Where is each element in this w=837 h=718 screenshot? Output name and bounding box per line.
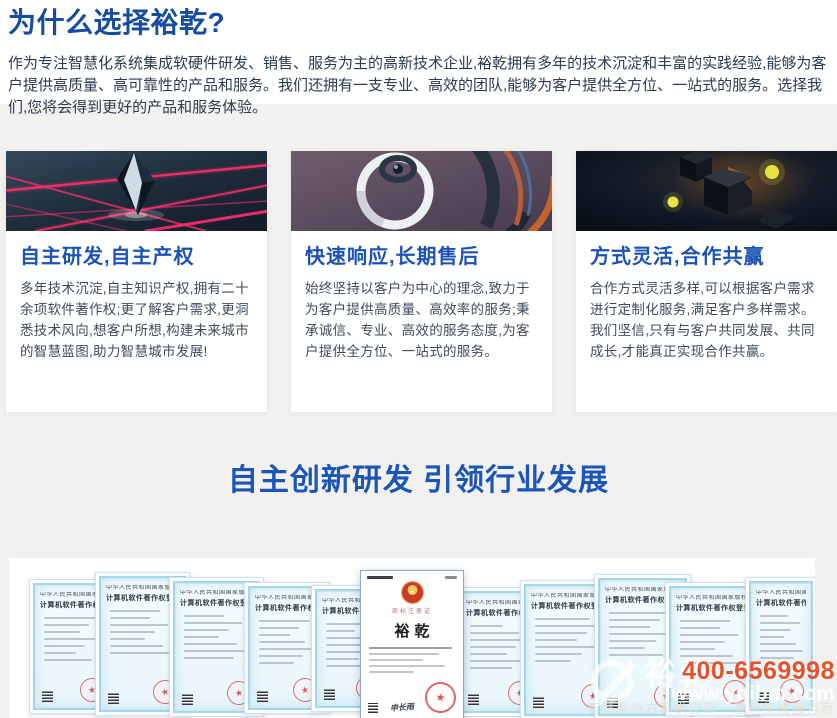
red-seal-icon: ★ xyxy=(423,680,458,715)
cert-authority: 中华人民共和国国家版权局 xyxy=(756,590,806,597)
features-section: 自主研发,自主产权 多年技术沉淀,自主知识产权,拥有二十余项软件著作权;更了解客… xyxy=(0,104,837,718)
national-emblem-icon: ★ xyxy=(402,582,423,603)
certificates-panel: 中华人民共和国国家版权局计算机软件著作权登记证书★中华人民共和国国家版权局计算机… xyxy=(9,558,815,718)
page: 为什么选择裕乾? 作为专注智慧化系统集成软硬件研发、销售、服务为主的高新技术企业… xyxy=(0,0,837,718)
trademark-certificate: ★ 商标注册证裕乾申长雨 ★ xyxy=(360,570,464,718)
card-title: 方式灵活,合作共赢 xyxy=(590,245,823,269)
cert-section-heading: 自主创新研发 引领行业发展 xyxy=(0,461,837,501)
card-image-crystal-lasers-icon xyxy=(6,151,267,231)
qr-code-icon xyxy=(108,693,119,704)
qr-code-icon xyxy=(324,689,335,700)
intro-section: 为什么选择裕乾? 作为专注智慧化系统集成软硬件研发、销售、服务为主的高新技术企业… xyxy=(0,0,837,104)
trademark-cert-label: 商标注册证 xyxy=(392,606,432,615)
cert-authority: 中华人民共和国国家版权局 xyxy=(255,595,319,602)
trademark-body-lines xyxy=(367,647,457,677)
cert-body-lines xyxy=(180,615,253,681)
signature: 申长雨 xyxy=(389,701,414,714)
qr-code-icon xyxy=(607,697,618,708)
cert-body-lines xyxy=(756,615,806,679)
card-image-gyroscope-rings-icon xyxy=(291,151,552,231)
qr-code-icon xyxy=(42,691,53,702)
cert-title: 计算机软件著作权登记证书 xyxy=(180,599,253,608)
qr-code-icon xyxy=(368,703,378,713)
card-body: 合作方式灵活多样,可以根据客户需求进行定制化服务,满足客户多样需求。我们坚信,只… xyxy=(590,278,823,362)
qr-code-icon xyxy=(758,692,769,703)
feature-cards-row: 自主研发,自主产权 多年技术沉淀,自主知识产权,拥有二十余项软件著作权;更了解客… xyxy=(0,150,837,413)
cert-body-lines xyxy=(676,620,749,680)
card-body: 多年技术沉淀,自主知识产权,拥有二十余项软件著作权;更了解客户需求,更洞悉技术风… xyxy=(20,278,253,362)
qr-code-icon xyxy=(533,697,544,708)
card-title: 快速响应,长期售后 xyxy=(305,245,538,269)
cert-title: 计算机软件著作权登记证书 xyxy=(756,599,806,608)
cert-body-lines xyxy=(255,620,319,678)
feature-card-research: 自主研发,自主产权 多年技术沉淀,自主知识产权,拥有二十余项软件著作权;更了解客… xyxy=(5,150,268,413)
feature-card-cooperation: 方式灵活,合作共赢 合作方式灵活多样,可以根据客户需求进行定制化服务,满足客户多… xyxy=(575,150,837,413)
trademark-name: 裕乾 xyxy=(389,620,434,641)
cert-title: 计算机软件著作权登记证书 xyxy=(676,604,749,613)
card-body: 始终坚持以客户为中心的理念,致力于为客户提供高质量、高效率的服务;秉承诚信、专业… xyxy=(305,278,538,362)
page-title: 为什么选择裕乾? xyxy=(8,6,829,40)
qr-code-icon xyxy=(468,694,479,705)
qr-code-icon xyxy=(678,693,689,704)
card-title: 自主研发,自主产权 xyxy=(20,245,253,269)
qr-code-icon xyxy=(182,694,193,705)
feature-card-service: 快速响应,长期售后 始终坚持以客户为中心的理念,致力于为客户提供高质量、高效率的… xyxy=(290,150,553,413)
software-copyright-certificate: 中华人民共和国国家版权局计算机软件著作权登记证书 ★ xyxy=(745,577,815,715)
cert-authority: 中华人民共和国国家版权局 xyxy=(180,590,253,597)
cert-title: 计算机软件著作权登记证书 xyxy=(255,604,319,613)
qr-code-icon xyxy=(257,691,268,702)
red-seal-icon: ★ xyxy=(778,677,806,705)
card-image-cubes-spheres-icon xyxy=(576,151,837,231)
cert-authority: 中华人民共和国国家版权局 xyxy=(676,595,749,602)
